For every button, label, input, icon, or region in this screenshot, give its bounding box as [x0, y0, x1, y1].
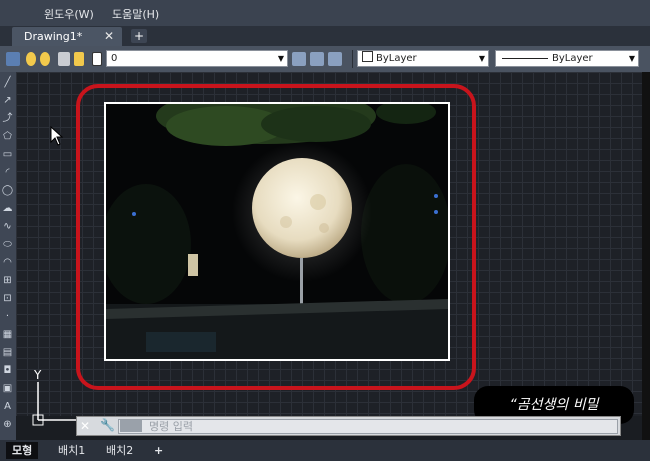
add-layout-button[interactable]: + [148, 442, 169, 459]
add-selected-icon[interactable]: ⊕ [1, 418, 14, 431]
layer-value: 0 [111, 53, 118, 64]
circle-icon[interactable]: ◯ [1, 184, 14, 197]
layer-lock-icon[interactable] [58, 52, 70, 66]
tab-label: Drawing1* [24, 30, 83, 43]
layer-on-icon[interactable] [26, 52, 36, 66]
ellipse-arc-icon[interactable]: ◠ [1, 256, 14, 269]
chevron-down-icon: ▼ [628, 54, 635, 63]
revision-cloud-icon[interactable]: ☁ [1, 202, 14, 215]
wrench-icon[interactable]: 🔧 [100, 418, 115, 432]
make-current-icon[interactable] [292, 52, 306, 66]
layer-color-icon [92, 52, 102, 66]
close-icon[interactable]: ✕ [104, 29, 114, 43]
linetype-value: ByLayer [552, 53, 593, 64]
line-icon[interactable]: ╱ [1, 76, 14, 89]
highlight-rectangle [76, 84, 476, 390]
menu-window[interactable]: 윈도우(W) [44, 6, 94, 22]
ellipse-icon[interactable]: ⬭ [1, 238, 14, 251]
chevron-down-icon: ▼ [277, 54, 284, 63]
region-icon[interactable]: ◘ [1, 364, 14, 377]
rectangle-icon[interactable]: ▭ [1, 148, 14, 161]
polyline-icon[interactable]: ⤴ [1, 112, 14, 125]
document-tab-bar: Drawing1* ✕ + [0, 26, 650, 46]
cursor-icon [50, 126, 64, 146]
layout-tab-bar: 모형 배치1 배치2 + [0, 440, 650, 461]
color-value: ByLayer [376, 53, 417, 64]
draw-toolbar: ╱ ↗ ⤴ ⬠ ▭ ◜ ◯ ☁ ∿ ⬭ ◠ ⊞ ⊡ · ▦ ▤ ◘ ▣ A ⊕ [0, 72, 16, 440]
command-input[interactable]: 명령 입력 [118, 419, 618, 434]
layer-plot-icon[interactable] [74, 52, 84, 66]
properties-toolbar: 0 ▼ ByLayer ▼ ByLayer ▼ [0, 46, 650, 72]
make-block-icon[interactable]: ⊡ [1, 292, 14, 305]
tab-layout2[interactable]: 배치2 [100, 442, 139, 459]
linetype-preview [502, 58, 548, 59]
point-icon[interactable]: · [1, 310, 14, 323]
hatch-icon[interactable]: ▦ [1, 328, 14, 341]
command-prompt-icon[interactable] [120, 420, 142, 432]
arc-icon[interactable]: ◜ [1, 166, 14, 179]
ucs-icon [32, 382, 76, 426]
right-edge [642, 72, 650, 440]
spline-icon[interactable]: ∿ [1, 220, 14, 233]
layer-match-icon[interactable] [310, 52, 324, 66]
construction-line-icon[interactable]: ↗ [1, 94, 14, 107]
tab-drawing1[interactable]: Drawing1* ✕ [12, 27, 122, 46]
close-command-icon[interactable]: ✕ [80, 419, 90, 433]
new-tab-button[interactable]: + [131, 29, 147, 43]
layer-previous-icon[interactable] [328, 52, 342, 66]
menu-bar: 윈도우(W) 도움말(H) [0, 0, 650, 26]
layer-properties-icon[interactable] [6, 52, 20, 66]
tab-layout1[interactable]: 배치1 [52, 442, 91, 459]
menu-help[interactable]: 도움말(H) [112, 6, 159, 22]
gradient-icon[interactable]: ▤ [1, 346, 14, 359]
multiline-text-icon[interactable]: A [1, 400, 14, 413]
tab-model[interactable]: 모형 [6, 442, 39, 459]
chevron-down-icon: ▼ [478, 54, 485, 63]
color-dropdown[interactable]: ByLayer ▼ [357, 50, 489, 67]
table-icon[interactable]: ▣ [1, 382, 14, 395]
layer-dropdown[interactable]: 0 ▼ [106, 50, 288, 67]
color-swatch [362, 51, 373, 62]
toolbar-separator [352, 50, 353, 68]
insert-block-icon[interactable]: ⊞ [1, 274, 14, 287]
linetype-dropdown[interactable]: ByLayer ▼ [495, 50, 639, 67]
layer-freeze-icon[interactable] [40, 52, 50, 66]
polygon-icon[interactable]: ⬠ [1, 130, 14, 143]
